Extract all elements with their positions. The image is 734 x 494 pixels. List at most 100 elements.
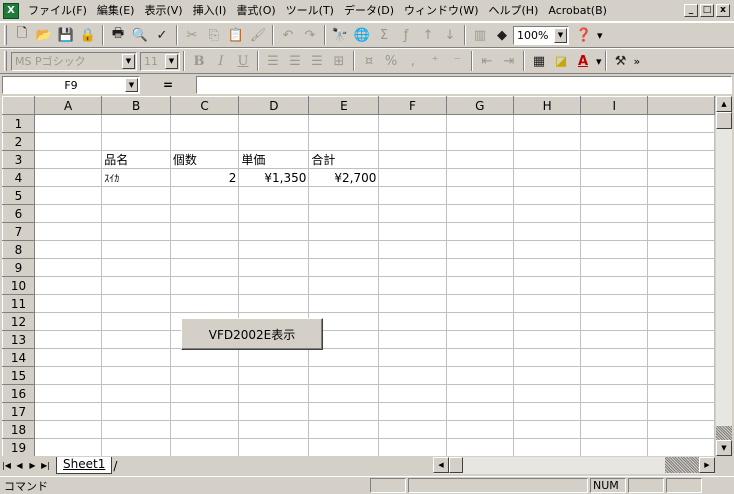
cell-a4[interactable] — [34, 168, 103, 187]
cell-f10[interactable] — [378, 276, 447, 295]
cell-g2[interactable] — [446, 132, 515, 151]
decrease-indent-icon[interactable]: ⇤ — [476, 50, 498, 72]
cell-e7[interactable] — [308, 222, 380, 241]
cell-d18[interactable] — [238, 420, 310, 439]
cut-icon[interactable]: ✂ — [181, 24, 203, 46]
cell[interactable] — [647, 168, 715, 187]
row-header[interactable]: 7 — [2, 222, 35, 241]
cell-g17[interactable] — [446, 402, 515, 421]
chevron-down-icon[interactable]: ▼ — [122, 53, 135, 69]
worksheet-grid[interactable]: A B C D E F G H I 1 2 3 品名 個数 単価 合計 4 ｽｲｶ 2 ¥1,350… — [2, 96, 715, 456]
cell-b5[interactable] — [101, 186, 171, 205]
cell-g6[interactable] — [446, 204, 515, 223]
vertical-scroll-thumb[interactable] — [716, 112, 732, 129]
align-right-icon[interactable]: ☰ — [306, 50, 328, 72]
cell-d11[interactable] — [238, 294, 310, 313]
cell-g7[interactable] — [446, 222, 515, 241]
cell-i17[interactable] — [580, 402, 649, 421]
cell-a10[interactable] — [34, 276, 103, 295]
cell-i4[interactable] — [580, 168, 649, 187]
row-header[interactable]: 8 — [2, 240, 35, 259]
menu-insert[interactable]: 挿入(I) — [188, 2, 232, 20]
row-header[interactable]: 17 — [2, 402, 35, 421]
italic-button[interactable]: I — [210, 50, 232, 72]
toolbar-overflow-icon[interactable]: » — [634, 55, 641, 68]
close-button[interactable]: x — [716, 4, 730, 17]
cell-a12[interactable] — [34, 312, 103, 331]
cell-e8[interactable] — [308, 240, 380, 259]
function-icon[interactable]: ƒ — [395, 24, 417, 46]
paste-icon[interactable]: 📋 — [225, 24, 247, 46]
cell-a8[interactable] — [34, 240, 103, 259]
cell-b2[interactable] — [101, 132, 171, 151]
cell-g4[interactable] — [446, 168, 515, 187]
cell-f7[interactable] — [378, 222, 447, 241]
chevron-down-icon[interactable]: ▼ — [554, 27, 567, 43]
cell-h19[interactable] — [513, 438, 582, 456]
menu-file[interactable]: ファイル(F) — [23, 2, 92, 20]
restore-button[interactable]: □ — [700, 4, 714, 17]
cell-d5[interactable] — [238, 186, 310, 205]
cell-h1[interactable] — [513, 114, 582, 133]
prev-sheet-icon[interactable]: ◀ — [13, 458, 26, 474]
next-sheet-icon[interactable]: ▶ — [26, 458, 39, 474]
cell-f14[interactable] — [378, 348, 447, 367]
cell-d19[interactable] — [238, 438, 310, 456]
cell-f16[interactable] — [378, 384, 447, 403]
horizontal-scrollbar[interactable]: ◀ ▶ — [433, 457, 715, 474]
autosum-icon[interactable]: Σ — [373, 24, 395, 46]
drawing-icon[interactable]: ◆ — [491, 24, 513, 46]
cell-b17[interactable] — [101, 402, 171, 421]
formula-input[interactable] — [196, 76, 732, 94]
cell[interactable] — [647, 348, 715, 367]
minimize-button[interactable]: _ — [684, 4, 698, 17]
spelling-icon[interactable]: ✓ — [151, 24, 173, 46]
cell-a15[interactable] — [34, 366, 103, 385]
cell-a13[interactable] — [34, 330, 103, 349]
font-color-icon[interactable]: A — [572, 50, 594, 72]
row-header[interactable]: 13 — [2, 330, 35, 349]
cell-h17[interactable] — [513, 402, 582, 421]
cell-b8[interactable] — [101, 240, 171, 259]
toolbar-options-icon[interactable]: ▾ — [596, 55, 602, 68]
menu-edit[interactable]: 編集(E) — [92, 2, 140, 20]
cell[interactable] — [647, 330, 715, 349]
cell[interactable] — [647, 420, 715, 439]
row-header[interactable]: 6 — [2, 204, 35, 223]
cell-b11[interactable] — [101, 294, 171, 313]
cell-i2[interactable] — [580, 132, 649, 151]
cell[interactable] — [647, 366, 715, 385]
cell-b9[interactable] — [101, 258, 171, 277]
menu-format[interactable]: 書式(O) — [231, 2, 280, 20]
cell-e4[interactable]: ¥2,700 — [308, 168, 380, 187]
cell[interactable] — [647, 150, 715, 169]
cell-a17[interactable] — [34, 402, 103, 421]
cell-c8[interactable] — [170, 240, 240, 259]
borders-icon[interactable]: ▦ — [528, 50, 550, 72]
cell-h14[interactable] — [513, 348, 582, 367]
cell-d2[interactable] — [238, 132, 310, 151]
select-all-corner[interactable] — [2, 96, 35, 115]
vfd-display-button[interactable]: VFD2002E表示 — [181, 318, 323, 350]
cell-c9[interactable] — [170, 258, 240, 277]
equals-sign[interactable]: = — [140, 78, 196, 92]
cell-b18[interactable] — [101, 420, 171, 439]
cell-g15[interactable] — [446, 366, 515, 385]
cell-d7[interactable] — [238, 222, 310, 241]
find-icon[interactable]: 🔭 — [329, 24, 351, 46]
cell-e18[interactable] — [308, 420, 380, 439]
cell-g19[interactable] — [446, 438, 515, 456]
cell-i16[interactable] — [580, 384, 649, 403]
first-sheet-icon[interactable]: |◀ — [0, 458, 13, 474]
column-header[interactable]: F — [378, 96, 447, 115]
cell-d15[interactable] — [238, 366, 310, 385]
cell-h10[interactable] — [513, 276, 582, 295]
toolbar-options-icon[interactable]: ▾ — [597, 29, 603, 42]
cell-b19[interactable] — [101, 438, 171, 456]
sort-descending-icon[interactable]: ↓ — [439, 24, 461, 46]
cell[interactable] — [647, 438, 715, 456]
cell-e10[interactable] — [308, 276, 380, 295]
cell-a5[interactable] — [34, 186, 103, 205]
cell-h16[interactable] — [513, 384, 582, 403]
cell[interactable] — [647, 186, 715, 205]
